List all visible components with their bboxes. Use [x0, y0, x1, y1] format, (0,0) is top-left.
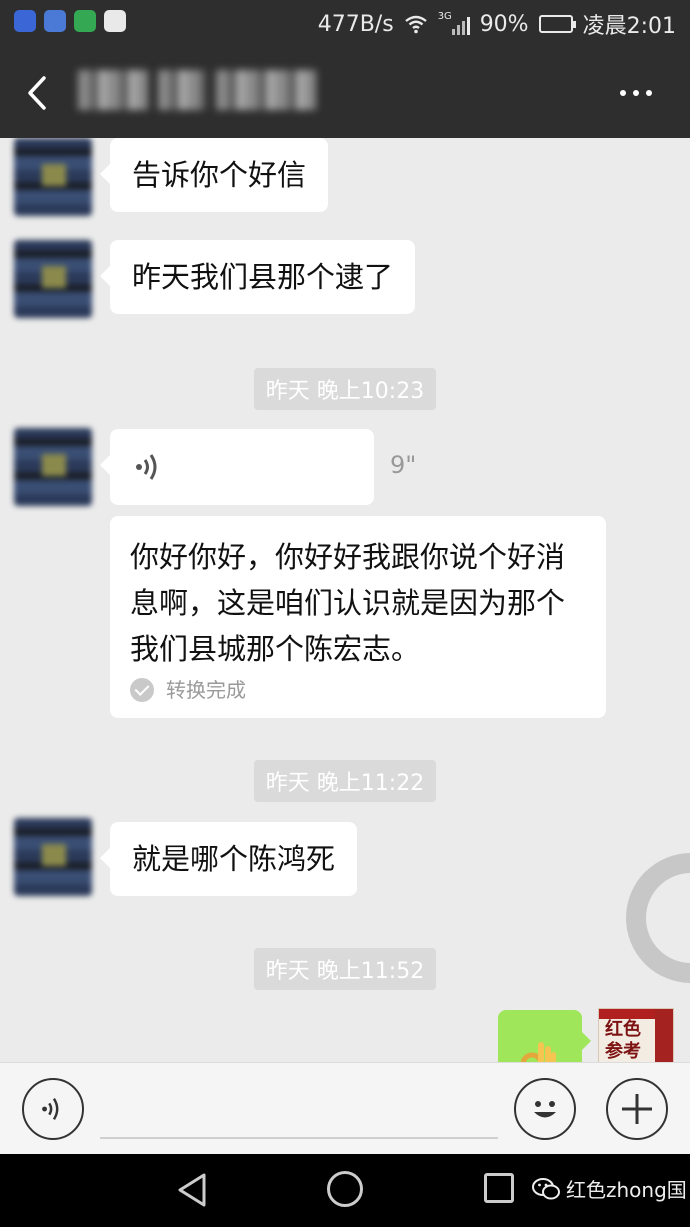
cellular-signal-icon: 3G [437, 11, 470, 35]
battery-icon [538, 15, 576, 33]
notification-icons [14, 10, 126, 32]
voice-toggle-button[interactable] [22, 1078, 84, 1140]
more-functions-button[interactable] [606, 1078, 668, 1140]
watermark-text: 红色zhong国 [566, 1178, 687, 1202]
contact-name-blurred [78, 70, 316, 110]
voice-wave-icon [136, 454, 157, 480]
transcript-status: 转换完成 [130, 676, 586, 704]
message-text: 告诉你个好信 [132, 158, 307, 192]
message-bubble[interactable]: 告诉你个好信 [99, 138, 329, 212]
time-divider-text: 昨天 晚上10:23 [253, 368, 437, 410]
check-circle-icon [130, 678, 154, 702]
nav-back-icon[interactable] [176, 1172, 208, 1208]
self-avatar[interactable]: 红色参考 [598, 1008, 674, 1062]
message-bubble[interactable]: 昨天我们县那个逮了 [99, 240, 416, 314]
network-speed: 477B/s [317, 11, 394, 37]
music-app-icon [44, 10, 66, 32]
network-tag: 3G [437, 11, 452, 22]
status-bar: 477B/s 3G 90% 凌晨2:01 [0, 0, 690, 48]
transcript-text: 你好你好，你好好我跟你说个好消息啊，这是咱们认识就是因为那个我们县城那个陈宏志。 [130, 540, 566, 666]
chevron-left-icon[interactable] [22, 74, 52, 112]
contact-avatar[interactable] [14, 138, 92, 216]
time-divider: 昨天 晚上11:52 [0, 948, 690, 990]
plus-icon [622, 1094, 652, 1124]
nav-home-icon[interactable] [327, 1171, 363, 1207]
message-list[interactable]: 告诉你个好信 昨天我们县那个逮了 昨天 晚上10:23 9" 你好你好，你好好我… [0, 138, 690, 1062]
voice-transcript[interactable]: 你好你好，你好好我跟你说个好消息啊，这是咱们认识就是因为那个我们县城那个陈宏志。… [110, 516, 606, 718]
time-divider: 昨天 晚上11:22 [0, 760, 690, 802]
contact-avatar[interactable] [14, 818, 92, 896]
emoji-icon [534, 1101, 556, 1118]
message-text: 就是哪个陈鸿死 [132, 842, 336, 876]
time-divider-text: 昨天 晚上11:52 [253, 948, 437, 990]
message-bubble[interactable]: 就是哪个陈鸿死 [99, 822, 358, 896]
contact-avatar[interactable] [14, 428, 92, 506]
nav-recent-apps-icon[interactable] [484, 1173, 514, 1203]
self-avatar-logo: 红色参考 [605, 1019, 641, 1062]
chat-header [0, 48, 690, 138]
battery-percent: 90% [479, 11, 529, 37]
time-divider: 昨天 晚上10:23 [0, 368, 690, 410]
status-indicators: 477B/s 3G 90% 凌晨2:01 [318, 8, 676, 40]
voice-message-bubble[interactable] [100, 429, 374, 505]
emoji-button[interactable] [514, 1078, 576, 1140]
contact-avatar[interactable] [14, 240, 92, 318]
voice-toggle-icon [42, 1098, 59, 1120]
wifi-icon [404, 15, 427, 34]
video-app-icon [14, 10, 36, 32]
clock: 凌晨2:01 [582, 14, 676, 39]
map-app-icon [104, 10, 126, 32]
wechat-icon [532, 1177, 560, 1199]
voice-duration: 9" [390, 451, 417, 479]
message-input[interactable] [100, 1077, 498, 1139]
ok-hand-icon [520, 1042, 556, 1062]
watermark: 红色zhong国 [532, 1174, 687, 1203]
transcript-status-text: 转换完成 [166, 678, 246, 702]
message-text: 昨天我们县那个逮了 [132, 260, 394, 294]
more-dots-icon[interactable] [620, 90, 652, 96]
system-nav-bar: 红色zhong国 [0, 1154, 690, 1227]
sticker-message-bubble[interactable] [498, 1010, 591, 1062]
player-app-icon [74, 10, 96, 32]
time-divider-text: 昨天 晚上11:22 [253, 760, 437, 802]
input-bar [0, 1062, 690, 1154]
